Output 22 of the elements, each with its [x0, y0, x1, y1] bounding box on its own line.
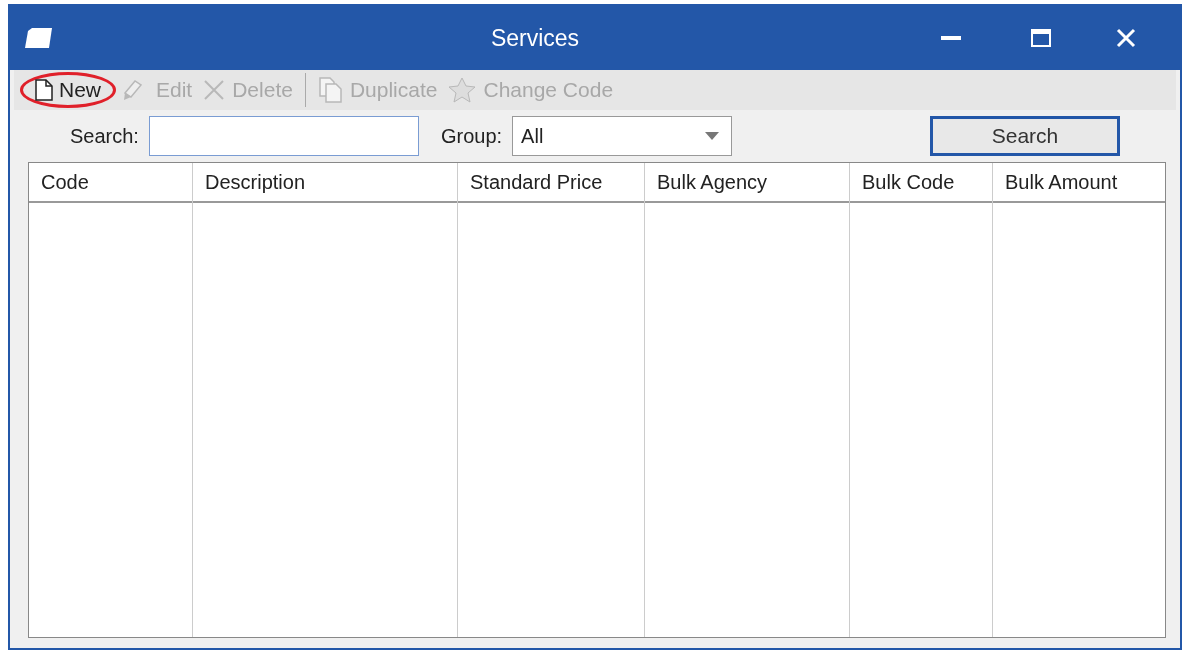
- column-header[interactable]: Code: [29, 163, 192, 203]
- page-icon: [35, 79, 53, 101]
- column-header[interactable]: Bulk Agency: [645, 163, 849, 203]
- column-header[interactable]: Bulk Amount: [993, 163, 1165, 203]
- column-header[interactable]: Description: [193, 163, 457, 203]
- column-header[interactable]: Standard Price: [458, 163, 644, 203]
- minimize-icon: [941, 36, 961, 40]
- search-field[interactable]: [148, 116, 419, 156]
- maximize-icon: [1031, 29, 1051, 47]
- window-title: Services: [489, 23, 581, 53]
- toolbar-button[interactable]: New: [20, 72, 116, 108]
- column-header[interactable]: Bulk Code: [850, 163, 992, 203]
- search-label: Search:: [70, 124, 139, 149]
- copy-icon: [317, 76, 344, 104]
- cross-icon: [202, 78, 227, 102]
- folder-icon: [24, 27, 54, 49]
- search-button[interactable]: Search: [930, 116, 1120, 156]
- dropdown-arrow-icon: [705, 132, 720, 140]
- group-dropdown[interactable]: All: [512, 116, 733, 156]
- close-icon: [1116, 28, 1136, 48]
- group-label: Group:: [440, 124, 503, 149]
- star-icon: [447, 76, 478, 104]
